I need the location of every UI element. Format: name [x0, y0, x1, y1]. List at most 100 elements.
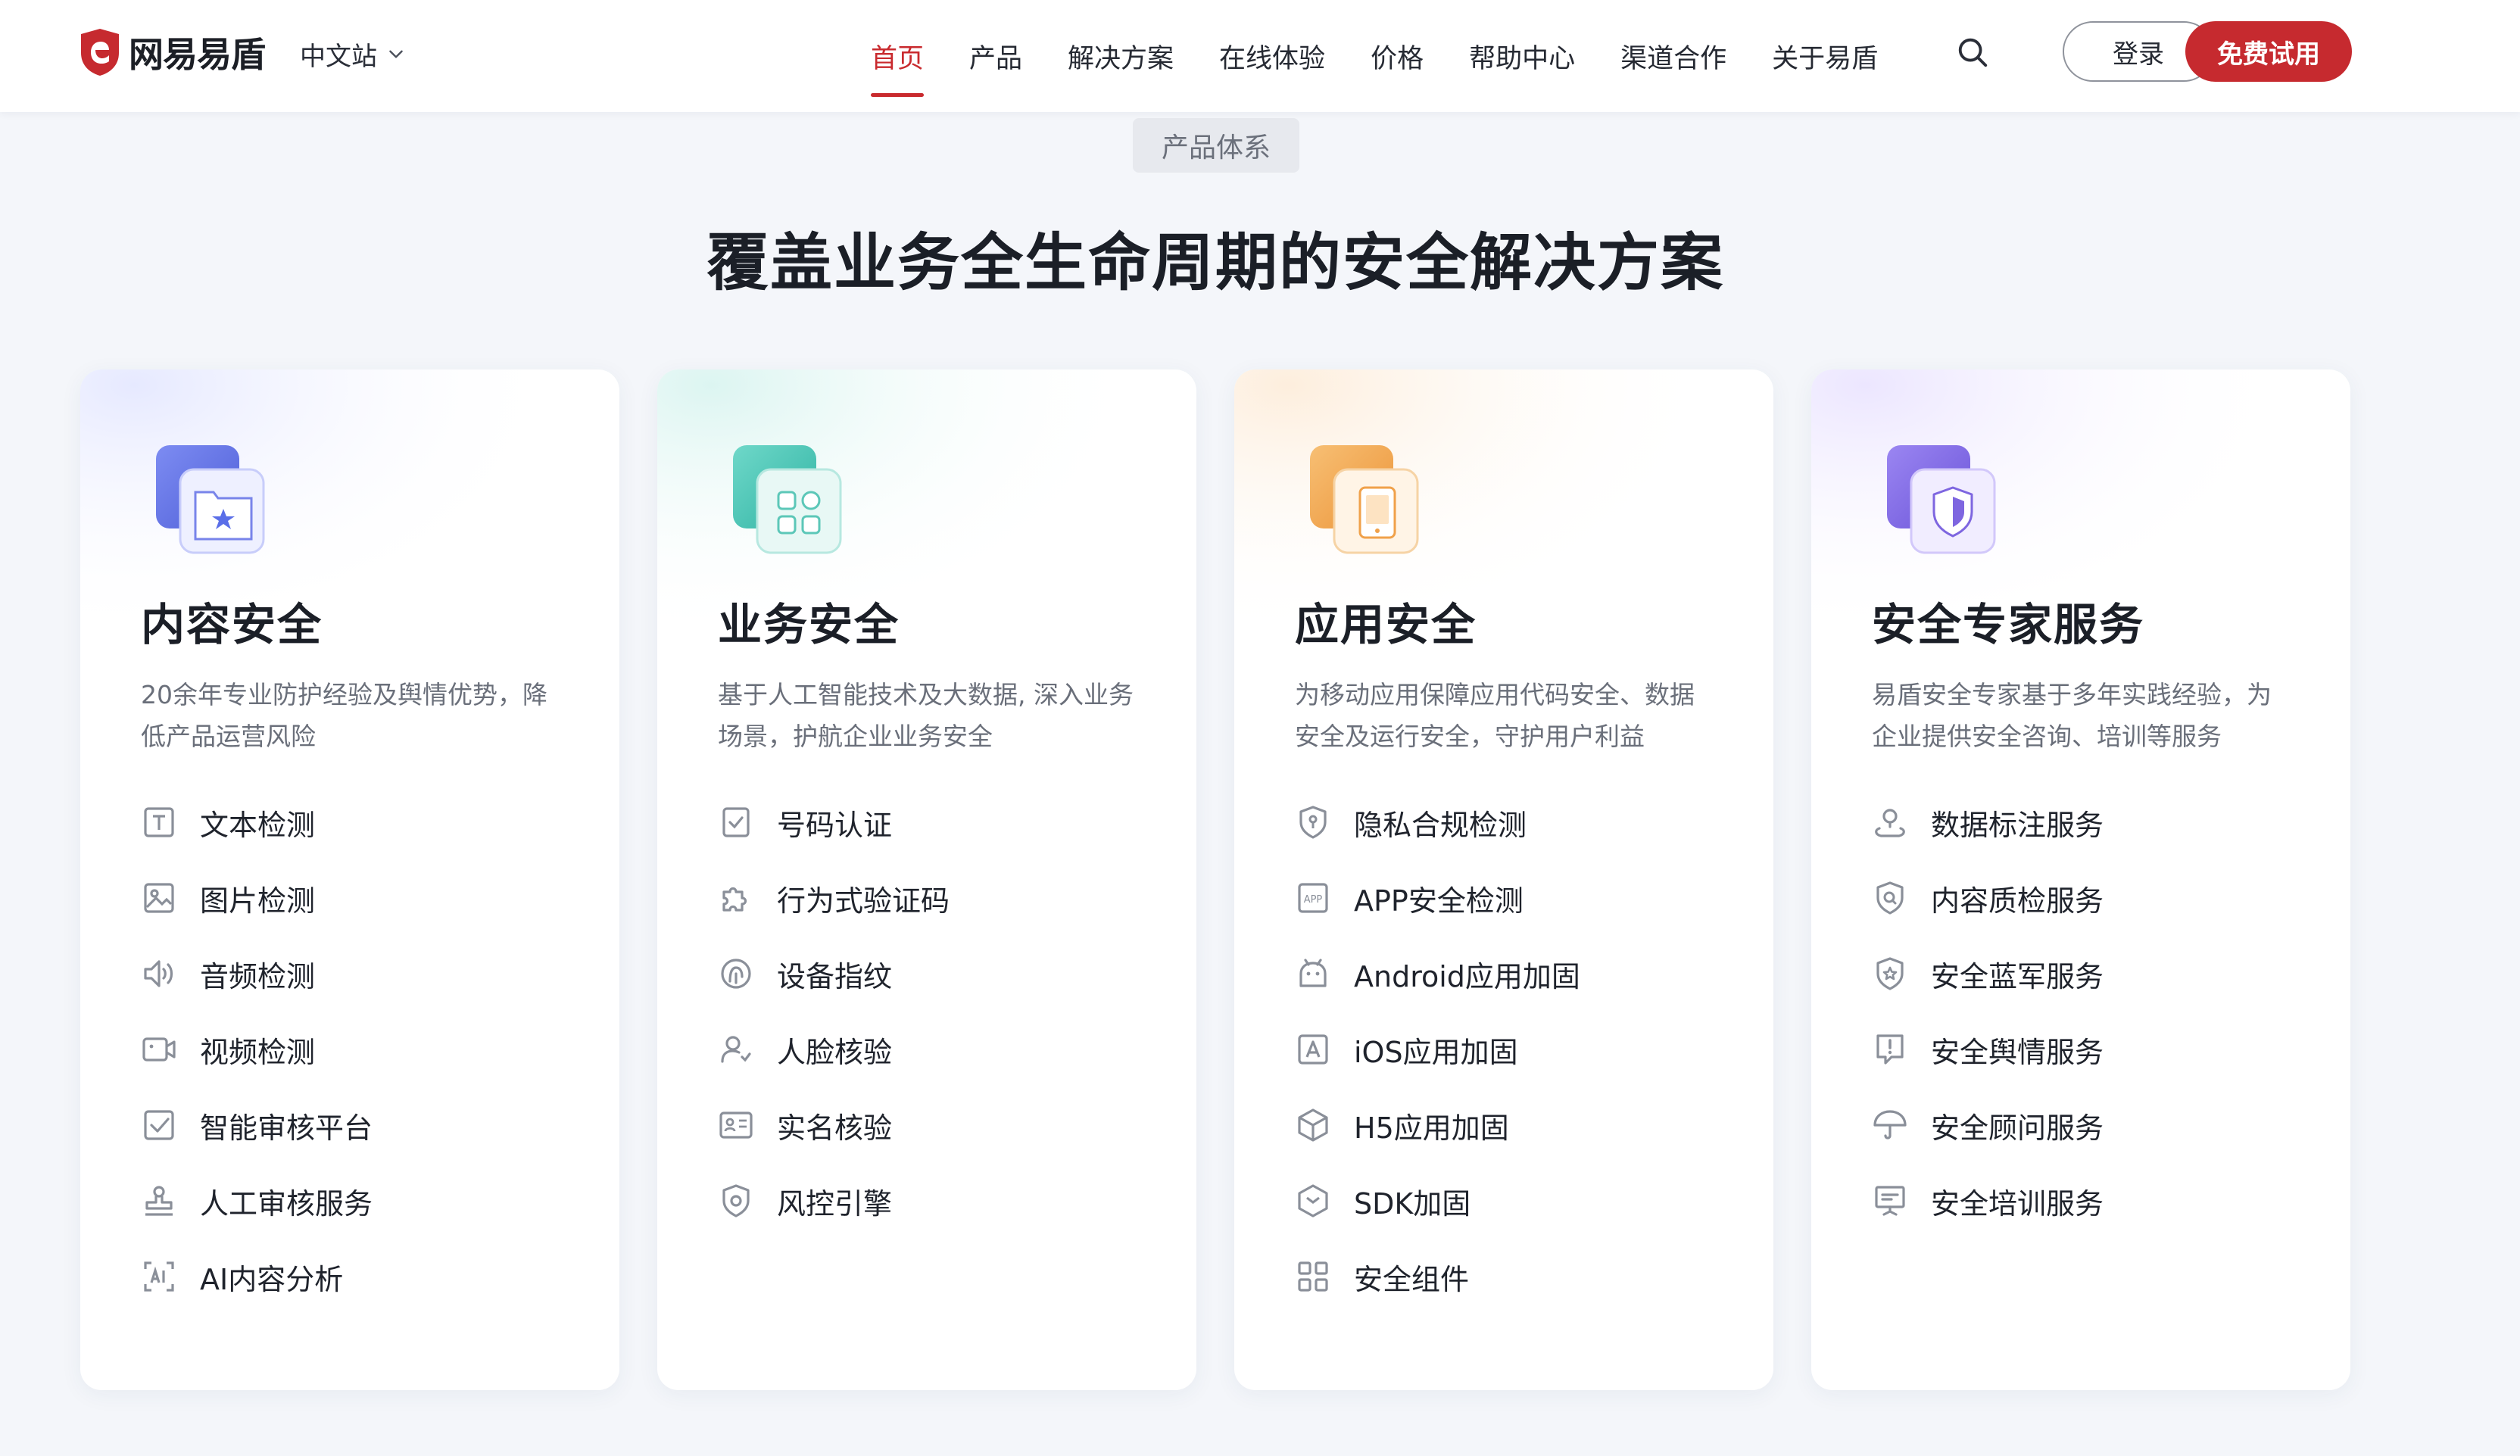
- item-label: 行为式验证码: [777, 884, 950, 918]
- nav-channel-partners[interactable]: 渠道合作: [1620, 0, 1726, 112]
- item-label: 安全舆情服务: [1931, 1035, 2104, 1069]
- app-icon: APP: [1298, 883, 1328, 913]
- service-link-public-opinion[interactable]: 安全舆情服务: [1872, 1027, 2104, 1072]
- nav-home[interactable]: 首页: [871, 0, 925, 112]
- video-icon: [142, 1037, 176, 1062]
- product-link-face-verify[interactable]: 人脸核验: [718, 1027, 892, 1072]
- privacy-shield-icon: [1299, 806, 1327, 839]
- product-link-h5-hardening[interactable]: H5应用加固: [1295, 1102, 1509, 1148]
- product-link-number-auth[interactable]: 号码认证: [718, 800, 892, 845]
- product-card-business-security[interactable]: 业务安全 基于人工智能技术及大数据, 深入业务场景，护航企业业务安全 号码认证 …: [657, 369, 1196, 1390]
- umbrella-icon: [1873, 1110, 1907, 1140]
- grid-apps-icon: [733, 445, 842, 554]
- item-label: 音频检测: [200, 959, 316, 993]
- service-link-training[interactable]: 安全培训服务: [1872, 1178, 2104, 1224]
- nav-help-center[interactable]: 帮助中心: [1469, 0, 1575, 112]
- text-icon: [144, 807, 174, 837]
- product-card-expert-services[interactable]: 安全专家服务 易盾安全专家基于多年实践经验，为企业提供安全咨询、培训等服务 数据…: [1811, 369, 2350, 1390]
- item-label: APP安全检测: [1354, 884, 1524, 918]
- item-label: 数据标注服务: [1931, 808, 2104, 842]
- product-link-app-security-scan[interactable]: APP APP安全检测: [1295, 875, 1524, 921]
- item-label: 视频检测: [200, 1035, 316, 1069]
- tablet-icon: [1310, 445, 1419, 554]
- puzzle-icon: [722, 887, 747, 912]
- search-icon[interactable]: [1955, 35, 1990, 70]
- brand-logo[interactable]: 网易易盾: [79, 26, 266, 79]
- alert-icon: [1876, 1034, 1904, 1065]
- face-user-icon: [721, 1036, 751, 1063]
- logo-text: 网易易盾: [129, 34, 266, 75]
- location-user-icon: [1875, 809, 1905, 837]
- item-label: 安全组件: [1354, 1262, 1470, 1296]
- item-label: 安全蓝军服务: [1931, 959, 2104, 993]
- product-link-privacy-compliance[interactable]: 隐私合规检测: [1295, 800, 1527, 845]
- main-nav: 首页 产品 解决方案 在线体验 价格 帮助中心 渠道合作 关于易盾: [871, 0, 1923, 112]
- product-link-image-detection[interactable]: 图片检测: [141, 875, 315, 921]
- nav-pricing[interactable]: 价格: [1371, 0, 1424, 112]
- shield-gear-icon: [722, 1184, 750, 1217]
- phone-check-icon: [722, 807, 750, 837]
- product-link-audio-detection[interactable]: 音频检测: [141, 951, 315, 996]
- nav-solutions[interactable]: 解决方案: [1068, 0, 1174, 112]
- nav-products[interactable]: 产品: [969, 0, 1022, 112]
- svg-text:APP: APP: [1304, 894, 1323, 906]
- hexagon-icon: [1298, 1184, 1328, 1217]
- product-link-ai-content-analysis[interactable]: AI内容分析: [141, 1254, 343, 1299]
- section-title: 覆盖业务全生命周期的安全解决方案: [706, 227, 1724, 299]
- card-title: 安全专家服务: [1872, 599, 2145, 650]
- ios-icon: [1298, 1034, 1328, 1065]
- item-label: 隐私合规检测: [1354, 808, 1527, 842]
- nav-online-demo[interactable]: 在线体验: [1219, 0, 1325, 112]
- item-label: 内容质检服务: [1931, 884, 2104, 918]
- product-link-risk-engine[interactable]: 风控引擎: [718, 1178, 892, 1224]
- card-title: 业务安全: [718, 599, 900, 650]
- components-icon: [1298, 1261, 1328, 1292]
- product-link-sdk-hardening[interactable]: SDK加固: [1295, 1178, 1471, 1224]
- check-square-icon: [144, 1110, 174, 1140]
- site-language-switch[interactable]: 中文站: [300, 35, 406, 73]
- product-link-text-detection[interactable]: 文本检测: [141, 800, 315, 845]
- product-link-device-fingerprint[interactable]: 设备指纹: [718, 951, 892, 996]
- item-label: H5应用加固: [1354, 1111, 1509, 1145]
- item-label: 安全培训服务: [1931, 1186, 2104, 1221]
- logo-mark-icon: [81, 29, 119, 76]
- product-card-content-security[interactable]: 内容安全 20余年专业防护经验及舆情优势，降低产品运营风险 文本检测 图片检测 …: [80, 369, 619, 1390]
- service-link-blue-team[interactable]: 安全蓝军服务: [1872, 951, 2104, 996]
- section-tag: 产品体系: [1133, 118, 1299, 173]
- cube-icon: [1298, 1108, 1328, 1142]
- product-link-smart-review-platform[interactable]: 智能审核平台: [141, 1102, 373, 1148]
- product-link-video-detection[interactable]: 视频检测: [141, 1027, 315, 1072]
- item-label: 人脸核验: [777, 1035, 893, 1069]
- item-label: Android应用加固: [1354, 959, 1580, 993]
- android-icon: [1299, 959, 1327, 987]
- item-label: 号码认证: [777, 808, 893, 842]
- service-link-data-annotation[interactable]: 数据标注服务: [1872, 800, 2104, 845]
- site-switch-label: 中文站: [300, 41, 377, 72]
- item-label: 实名核验: [777, 1111, 893, 1145]
- product-link-manual-review[interactable]: 人工审核服务: [141, 1178, 373, 1224]
- card-description: 基于人工智能技术及大数据, 深入业务场景，护航企业业务安全: [718, 680, 1134, 751]
- nav-about[interactable]: 关于易盾: [1772, 0, 1878, 112]
- badge-star-icon: [1876, 957, 1904, 990]
- top-nav-bar: 网易易盾 中文站 首页 产品 解决方案 在线体验 价格 帮助中心 渠道合作 关于…: [0, 0, 2520, 112]
- free-trial-button[interactable]: 免费试用: [2185, 21, 2352, 82]
- item-label: 智能审核平台: [200, 1111, 373, 1145]
- service-link-consulting[interactable]: 安全顾问服务: [1872, 1102, 2104, 1148]
- card-description: 易盾安全专家基于多年实践经验，为企业提供安全咨询、培训等服务: [1872, 680, 2272, 751]
- folder-star-icon: [156, 445, 265, 554]
- card-title: 内容安全: [141, 599, 323, 650]
- product-link-ios-hardening[interactable]: iOS应用加固: [1295, 1027, 1518, 1072]
- item-label: iOS应用加固: [1354, 1035, 1518, 1069]
- service-link-content-qa[interactable]: 内容质检服务: [1872, 875, 2104, 921]
- card-description: 为移动应用保障应用代码安全、数据安全及运行安全，守护用户利益: [1295, 680, 1695, 751]
- product-link-security-components[interactable]: 安全组件: [1295, 1254, 1469, 1299]
- product-link-behavior-captcha[interactable]: 行为式验证码: [718, 875, 950, 921]
- product-link-android-hardening[interactable]: Android应用加固: [1295, 951, 1580, 996]
- card-title: 应用安全: [1295, 599, 1477, 650]
- product-card-app-security[interactable]: 应用安全 为移动应用保障应用代码安全、数据安全及运行安全，守护用户利益 隐私合规…: [1234, 369, 1773, 1390]
- item-label: SDK加固: [1354, 1186, 1471, 1221]
- item-label: 人工审核服务: [200, 1186, 373, 1221]
- product-link-realname-verify[interactable]: 实名核验: [718, 1102, 892, 1148]
- item-label: 风控引擎: [777, 1186, 893, 1221]
- shield-icon: [1887, 445, 1996, 554]
